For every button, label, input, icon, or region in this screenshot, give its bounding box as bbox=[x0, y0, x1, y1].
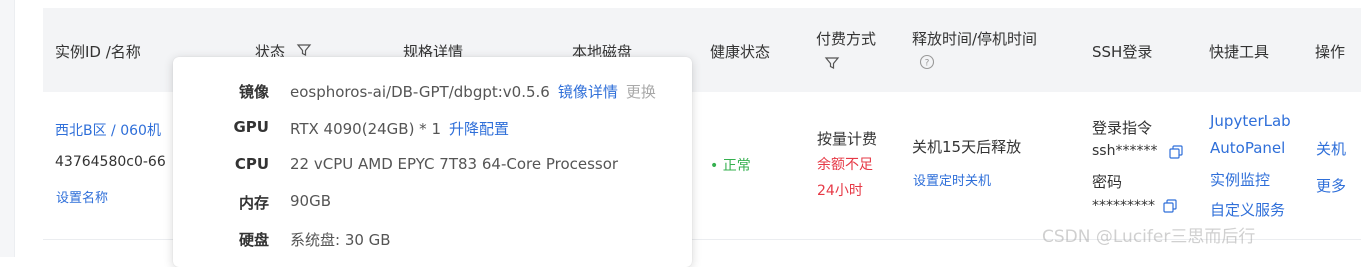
tool-instance-monitor[interactable]: 实例监控 bbox=[1210, 169, 1270, 190]
memory-label: 内存 bbox=[238, 194, 269, 212]
health-status: • 正常 bbox=[710, 158, 751, 174]
filter-icon[interactable] bbox=[296, 42, 312, 58]
svg-text:?: ? bbox=[925, 59, 930, 69]
gpu-label: GPU bbox=[233, 118, 270, 136]
header-health: 健康状态 bbox=[710, 43, 771, 61]
release-time: 关机15天后释放 bbox=[912, 138, 1022, 156]
image-detail-link[interactable]: 镜像详情 bbox=[558, 83, 618, 101]
tool-autopanel[interactable]: AutoPanel bbox=[1210, 139, 1285, 157]
watermark: CSDN @Lucifer三思而后行 bbox=[1042, 227, 1256, 247]
more-button[interactable]: 更多 bbox=[1316, 175, 1346, 196]
set-shutdown-link[interactable]: 设置定时关机 bbox=[913, 170, 991, 189]
ssh-command: ssh****** bbox=[1092, 143, 1158, 159]
spec-detail-popover: 镜像 eosphoros-ai/DB-GPT/dbgpt:v0.5.6 镜像详情更… bbox=[173, 57, 692, 267]
tool-custom-service[interactable]: 自定义服务 bbox=[1210, 199, 1285, 220]
password-label: 密码 bbox=[1092, 173, 1123, 191]
cpu-label: CPU bbox=[234, 155, 269, 173]
image-change-link[interactable]: 更换 bbox=[626, 83, 656, 101]
disk-label: 硬盘 bbox=[238, 231, 269, 249]
header-billing: 付费方式 bbox=[816, 30, 877, 48]
help-circle-icon[interactable]: ? bbox=[919, 54, 935, 70]
header-tools: 快捷工具 bbox=[1209, 43, 1270, 61]
sidebar-edge bbox=[0, 0, 15, 257]
memory-value: 90GB bbox=[290, 192, 332, 210]
cpu-value: 22 vCPU AMD EPYC 7T83 64-Core Processor bbox=[290, 155, 619, 173]
filter-icon[interactable] bbox=[824, 55, 840, 71]
ssh-command-label: 登录指令 bbox=[1092, 119, 1153, 137]
region-link[interactable]: 西北B区 / 060机 bbox=[55, 120, 161, 140]
billing-warning: 余额不足 bbox=[817, 157, 873, 173]
billing-type: 按量计费 bbox=[817, 130, 878, 148]
tool-jupyterlab[interactable]: JupyterLab bbox=[1210, 112, 1291, 130]
instance-id: 43764580c0-66 bbox=[55, 154, 166, 170]
disk-value: 系统盘: 30 GB bbox=[290, 231, 391, 249]
image-label: 镜像 bbox=[238, 83, 269, 101]
gpu-value-row: RTX 4090(24GB) * 1 升降配置 bbox=[290, 118, 509, 139]
image-value-row: eosphoros-ai/DB-GPT/dbgpt:v0.5.6 镜像详情 更换 bbox=[290, 81, 656, 102]
shutdown-button[interactable]: 关机 bbox=[1316, 138, 1346, 159]
gpu-value: RTX 4090(24GB) * 1 bbox=[290, 120, 441, 138]
copy-icon[interactable] bbox=[1169, 145, 1183, 159]
set-name-link[interactable]: 设置名称 bbox=[56, 187, 108, 206]
password: ********* bbox=[1092, 198, 1155, 214]
billing-warning-hours: 24小时 bbox=[817, 183, 863, 199]
copy-icon[interactable] bbox=[1163, 199, 1177, 213]
header-ssh: SSH登录 bbox=[1092, 43, 1153, 61]
header-release: 释放时间/停机时间 bbox=[912, 30, 1038, 48]
header-instance: 实例ID /名称 bbox=[55, 43, 141, 61]
gpu-upgrade-link[interactable]: 升降配置 bbox=[449, 120, 509, 138]
header-ops: 操作 bbox=[1315, 43, 1346, 61]
image-value: eosphoros-ai/DB-GPT/dbgpt:v0.5.6 bbox=[290, 83, 550, 101]
